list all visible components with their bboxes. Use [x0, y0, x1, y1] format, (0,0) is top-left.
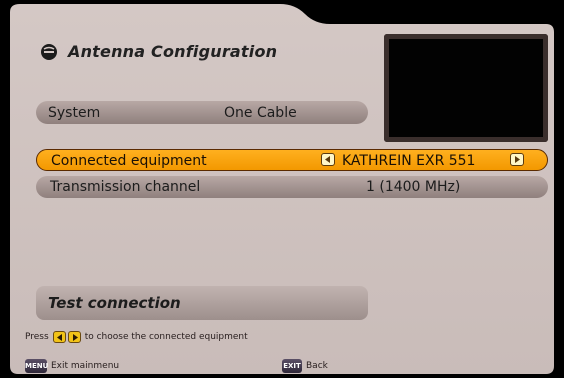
menu-key-label: Exit mainmenu — [51, 361, 120, 371]
hint-prefix: Press — [25, 332, 49, 342]
menu-key-icon: MENU — [25, 359, 48, 373]
transmission-channel-row[interactable]: Transmission channel 1 (1400 MHz) — [36, 176, 548, 198]
system-value: One Cable — [224, 105, 297, 121]
transmission-channel-value: 1 (1400 MHz) — [366, 179, 461, 195]
footer-exit[interactable]: EXIT Back — [282, 359, 328, 373]
test-connection-button[interactable]: Test connection — [36, 286, 368, 320]
system-label: System — [48, 105, 101, 121]
page-title: Antenna Configuration — [68, 42, 278, 61]
arrow-left-icon[interactable] — [321, 153, 335, 166]
arrow-right-icon[interactable] — [510, 153, 524, 166]
left-key-icon — [52, 331, 66, 343]
test-connection-label: Test connection — [48, 294, 181, 312]
menu-panel: Antenna Configuration System One Cable C… — [10, 4, 554, 374]
exit-key-label: Back — [306, 361, 328, 371]
hint-text: Press to choose the connected equipment — [25, 331, 248, 343]
exit-key-icon: EXIT — [282, 359, 302, 373]
footer-menu[interactable]: MENU Exit mainmenu — [25, 359, 119, 373]
hint-suffix: to choose the connected equipment — [84, 332, 248, 342]
system-row[interactable]: System One Cable — [36, 101, 368, 124]
video-preview — [384, 34, 548, 142]
tv-screen: Antenna Configuration System One Cable C… — [0, 0, 564, 378]
connected-equipment-row[interactable]: Connected equipment KATHREIN EXR 551 — [36, 149, 548, 171]
transmission-channel-label: Transmission channel — [50, 179, 201, 195]
connected-equipment-label: Connected equipment — [51, 153, 207, 169]
right-key-icon — [67, 331, 81, 343]
connected-equipment-value: KATHREIN EXR 551 — [342, 153, 476, 169]
title-row: Antenna Configuration — [40, 42, 277, 61]
antenna-settings-icon — [41, 43, 57, 60]
